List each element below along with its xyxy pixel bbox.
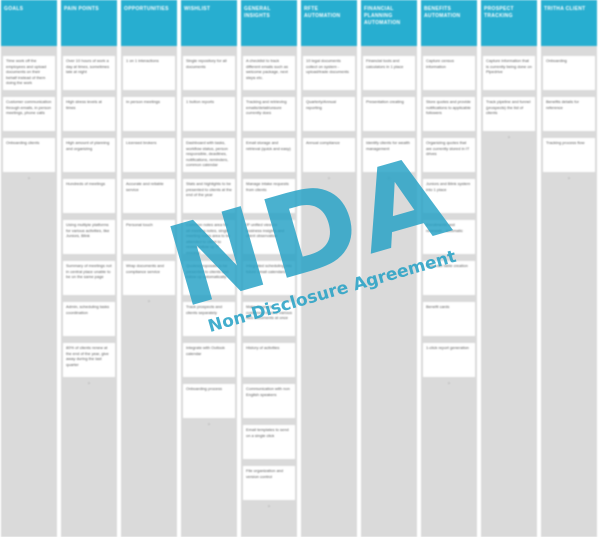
card[interactable]: Quotes/proposals to be presented to clie… <box>183 261 235 295</box>
card[interactable]: Manage intake requests from clients <box>243 179 295 213</box>
add-card-button[interactable]: + <box>361 176 417 182</box>
card[interactable]: Communication with non English speakers <box>243 384 295 418</box>
lane-header[interactable]: Benefits Automation <box>421 0 477 46</box>
card[interactable]: Quarterly/Annual reporting <box>303 97 355 131</box>
card[interactable]: Enrollments and renewals - automatic <box>423 220 475 254</box>
card[interactable]: Capture census information <box>423 56 475 90</box>
add-card-button[interactable]: + <box>61 381 117 387</box>
card[interactable]: Benefit cards <box>423 302 475 336</box>
card[interactable]: Organizing quotes that are currently sto… <box>423 138 475 172</box>
card[interactable]: File organization and version control <box>243 466 295 500</box>
card[interactable]: Email storage and retrieval (quick and e… <box>243 138 295 172</box>
add-card-button[interactable]: + <box>241 504 297 510</box>
card[interactable]: Dashboard with tasks, workflow status, p… <box>183 138 235 172</box>
card[interactable]: Admin, scheduling tasks coordination <box>63 302 115 336</box>
add-card-button[interactable]: + <box>301 176 357 182</box>
lane: Wishlist Single repository for all docume… <box>181 0 237 537</box>
card[interactable]: 1 button reports <box>183 97 235 131</box>
card[interactable]: Onboarding clients <box>3 138 55 172</box>
lane: Goals Time work off the employees and upl… <box>1 0 57 537</box>
card[interactable]: History of activities <box>243 343 295 377</box>
lane-header[interactable]: Financial Planning Automation <box>361 0 417 46</box>
card[interactable]: 80% of clients renew at the end of the y… <box>63 343 115 377</box>
card[interactable]: Accurate and reliable service <box>123 179 175 213</box>
card[interactable]: Tracking process flow <box>543 138 595 172</box>
card[interactable]: Over 10 hours of work a day at times, so… <box>63 56 115 90</box>
card[interactable]: Hundreds of meetings <box>63 179 115 213</box>
add-card-button[interactable]: + <box>541 176 597 182</box>
lane-header[interactable]: Wishlist <box>181 0 237 46</box>
card[interactable]: Financial tools and calculators in 1 pla… <box>363 56 415 90</box>
add-card-button[interactable]: + <box>181 422 237 428</box>
lane-header[interactable]: Tritha Client <box>541 0 597 46</box>
card[interactable]: Personal touch <box>123 220 175 254</box>
add-card-button[interactable]: + <box>1 176 57 182</box>
lane-header[interactable]: General Insights <box>241 0 297 46</box>
card[interactable]: Wrap documents and compliance service <box>123 261 175 295</box>
card[interactable]: High stress levels at times <box>63 97 115 131</box>
card[interactable]: Licensed brokers <box>123 138 175 172</box>
lane-header[interactable]: Opportunities <box>121 0 177 46</box>
add-card-button[interactable]: + <box>121 299 177 305</box>
card[interactable]: In person meetings <box>123 97 175 131</box>
card[interactable]: Stats and highlights to be presented to … <box>183 179 235 213</box>
lane: Pain Points Over 10 hours of work a day a… <box>61 0 117 537</box>
lane: Prospect Tracking Capture information tha… <box>481 0 537 537</box>
card[interactable]: Presentation creating <box>363 97 415 131</box>
lane-header[interactable]: Goals <box>1 0 57 46</box>
card[interactable]: Store quotes and provide notifications t… <box>423 97 475 131</box>
card[interactable]: 10 legal documents collect on system - u… <box>303 56 355 90</box>
card[interactable]: Onboarding process <box>183 384 235 418</box>
card[interactable]: Using multiple platforms for various act… <box>63 220 115 254</box>
card[interactable]: Summary of meetings not in central place… <box>63 261 115 295</box>
card[interactable]: A checklist to track different emails su… <box>243 56 295 90</box>
card[interactable]: Identify clients for wealth management <box>363 138 415 172</box>
card[interactable]: Tracking and retrieving emails/detail/un… <box>243 97 295 131</box>
card[interactable]: Email templates to send on a single clic… <box>243 425 295 459</box>
lane: Financial Planning Automation Financial t… <box>361 0 417 537</box>
lane: General Insights A checklist to track dif… <box>241 0 297 537</box>
card[interactable]: Common notes area for all meeting notes,… <box>183 220 235 254</box>
card[interactable]: Capture information that is currently be… <box>483 56 535 90</box>
card[interactable]: Benefits details for reference <box>543 97 595 131</box>
card[interactable]: High amount of planning and organizing <box>63 138 115 172</box>
card[interactable]: Integrate with Outlook calendar <box>183 343 235 377</box>
lane-header[interactable]: RFTE Automation <box>301 0 357 46</box>
card[interactable]: Juniors and Blink system into 1 place <box>423 179 475 213</box>
card[interactable]: Track pipeline and funnel (prospects) th… <box>483 97 535 131</box>
add-card-button[interactable]: + <box>481 135 537 141</box>
card[interactable]: Customer communication through emails, i… <box>3 97 55 131</box>
card[interactable]: IP unified view for business insights an… <box>243 220 295 254</box>
card[interactable]: Final rate table creation <box>423 261 475 295</box>
kanban-board: Goals Time work off the employees and upl… <box>0 0 600 537</box>
card[interactable]: Onboarding <box>543 56 595 90</box>
lane: Benefits Automation Capture census inform… <box>421 0 477 537</box>
add-card-button[interactable]: + <box>421 381 477 387</box>
card[interactable]: Time work off the employees and upload d… <box>3 56 55 90</box>
lane: Tritha Client Onboarding Benefits details … <box>541 0 597 537</box>
card[interactable]: Integrated scheduling into future email … <box>243 261 295 295</box>
lane: RFTE Automation 10 legal documents collec… <box>301 0 357 537</box>
lane-header[interactable]: Prospect Tracking <box>481 0 537 46</box>
card[interactable]: 1 on 1 interactions <box>123 56 175 90</box>
card[interactable]: Track prospects and clients separately <box>183 302 235 336</box>
card[interactable]: Single repository for all documents <box>183 56 235 90</box>
card[interactable]: 1-click report generation <box>423 343 475 377</box>
lane-header[interactable]: Pain Points <box>61 0 117 46</box>
card[interactable]: Make it easy for customers to view vario… <box>243 302 295 336</box>
card[interactable]: Annual compliance <box>303 138 355 172</box>
lane: Opportunities 1 on 1 interactions In perso… <box>121 0 177 537</box>
